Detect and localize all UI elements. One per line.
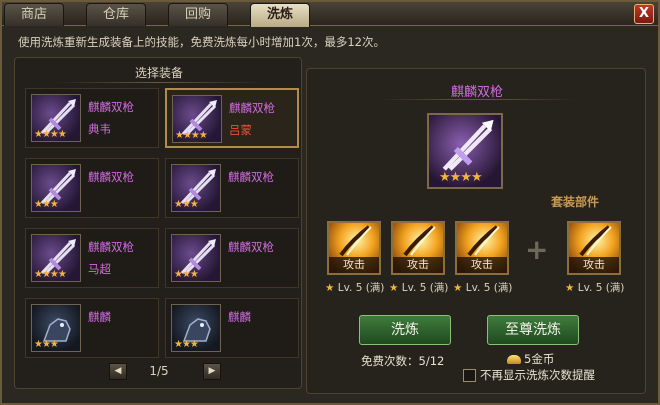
prev-page-button[interactable]: ◀ xyxy=(109,363,127,380)
skill-label: 攻击 xyxy=(329,257,379,273)
divider xyxy=(377,99,577,100)
tab-bar: 商店 仓库 回购 洗炼 X xyxy=(2,2,658,27)
skill-level-text: Lv. 5 (满) xyxy=(337,282,385,294)
twin-spear-icon: ★★★ xyxy=(171,164,221,212)
close-button[interactable]: X xyxy=(634,4,654,24)
equipment-name: 麒麟双枪 xyxy=(228,170,274,184)
star-icon: ★ xyxy=(453,282,463,294)
star-rating: ★★★★ xyxy=(175,130,208,141)
skill-level-text: Lv. 5 (满) xyxy=(465,282,513,294)
skill-level: ★ Lv. 5 (满) xyxy=(453,280,512,295)
twin-spear-icon: ★★★★ xyxy=(427,113,503,189)
skill-level: ★ Lv. 5 (满) xyxy=(325,280,384,295)
star-rating: ★★★ xyxy=(174,199,199,210)
star-rating: ★★★★ xyxy=(439,170,483,185)
skill-label: 攻击 xyxy=(393,257,443,273)
skill-slot[interactable]: 攻击 xyxy=(327,221,381,275)
equipment-item[interactable]: ★★★ 麒麟双枪 xyxy=(165,228,299,288)
gold-ingot-icon xyxy=(507,355,521,364)
equipment-item[interactable]: ★★★ 麒麟 xyxy=(25,298,159,358)
qilin-mount-icon: ★★★ xyxy=(171,304,221,352)
equipment-item[interactable]: ★★★★ 麒麟双枪 马超 xyxy=(25,228,159,288)
page-indicator: 1/5 xyxy=(149,364,169,378)
refine-window: 商店 仓库 回购 洗炼 X 使用洗炼重新生成装备上的技能，免费洗炼每小时增加1次… xyxy=(0,0,660,405)
equipment-select-title: 选择装备 xyxy=(134,66,183,80)
skill-slot[interactable]: 攻击 xyxy=(567,221,621,275)
plus-icon: + xyxy=(525,233,549,266)
equipment-owner: 典韦 xyxy=(88,122,111,136)
refine-detail-panel: 麒麟双枪 ★★★★ 套装部件 攻击 攻击 攻击 + 攻击 ★ Lv. 5 (满)… xyxy=(306,68,646,394)
tab-warehouse[interactable]: 仓库 xyxy=(86,3,146,26)
star-rating: ★★★★ xyxy=(34,129,67,140)
skill-level-text: Lv. 5 (满) xyxy=(401,282,449,294)
star-icon: ★ xyxy=(325,282,335,294)
refine-button[interactable]: 洗炼 xyxy=(359,315,451,345)
equipment-item-selected[interactable]: ★★★★ 麒麟双枪 吕蒙 xyxy=(165,88,299,148)
skill-level: ★ Lv. 5 (满) xyxy=(565,280,624,295)
twin-spear-icon: ★★★★ xyxy=(172,95,222,143)
skill-slot[interactable]: 攻击 xyxy=(391,221,445,275)
equipment-item[interactable]: ★★★ 麒麟双枪 xyxy=(25,158,159,218)
star-icon: ★ xyxy=(565,282,575,294)
star-rating: ★★★ xyxy=(34,199,59,210)
selected-equipment-title: 麒麟双枪 xyxy=(450,85,503,100)
star-rating: ★★★ xyxy=(174,269,199,280)
skill-level: ★ Lv. 5 (满) xyxy=(389,280,448,295)
free-count: 免费次数：5/12 xyxy=(361,354,445,368)
skill-level-text: Lv. 5 (满) xyxy=(577,282,625,294)
star-icon: ★ xyxy=(389,282,399,294)
equipment-select-panel: 选择装备 ★★★★ 麒麟双枪 典韦 ★★★★ 麒麟双枪 吕蒙 ★★★ 麒麟双枪 … xyxy=(14,57,302,389)
supreme-refine-button[interactable]: 至尊洗炼 xyxy=(487,315,579,345)
tab-refine[interactable]: 洗炼 xyxy=(250,3,310,27)
pagination: ◀ 1/5 ▶ xyxy=(15,362,303,382)
next-page-button[interactable]: ▶ xyxy=(203,363,221,380)
equipment-item[interactable]: ★★★ 麒麟双枪 xyxy=(165,158,299,218)
refine-hint: 使用洗炼重新生成装备上的技能，免费洗炼每小时增加1次，最多12次。 xyxy=(18,35,385,49)
gold-cost-text: 5金币 xyxy=(524,352,555,366)
equipment-name: 麒麟 xyxy=(88,310,111,324)
star-rating: ★★★ xyxy=(174,339,199,350)
skill-slot[interactable]: 攻击 xyxy=(455,221,509,275)
star-rating: ★★★ xyxy=(34,339,59,350)
gold-cost: 5金币 xyxy=(507,351,554,367)
equipment-name: 麒麟 xyxy=(228,310,251,324)
twin-spear-icon: ★★★ xyxy=(31,164,81,212)
equipment-name: 麒麟双枪 xyxy=(229,101,275,115)
set-parts-label: 套装部件 xyxy=(551,195,600,209)
equipment-name: 麒麟双枪 xyxy=(88,170,134,184)
equipment-name: 麒麟双枪 xyxy=(88,100,134,114)
equipment-item[interactable]: ★★★★ 麒麟双枪 典韦 xyxy=(25,88,159,148)
twin-spear-icon: ★★★ xyxy=(171,234,221,282)
qilin-mount-icon: ★★★ xyxy=(31,304,81,352)
skill-label: 攻击 xyxy=(457,257,507,273)
skill-label: 攻击 xyxy=(569,257,619,273)
equipment-name: 麒麟双枪 xyxy=(88,240,134,254)
tab-shop[interactable]: 商店 xyxy=(4,3,64,26)
no-remind-checkbox[interactable] xyxy=(463,369,476,382)
tab-buyback[interactable]: 回购 xyxy=(168,3,228,26)
equipment-owner: 马超 xyxy=(88,262,111,276)
no-remind-label: 不再显示洗炼次数提醒 xyxy=(480,368,595,382)
no-remind-row: 不再显示洗炼次数提醒 xyxy=(463,367,595,383)
equipment-name: 麒麟双枪 xyxy=(228,240,274,254)
star-rating: ★★★★ xyxy=(34,269,67,280)
equipment-item[interactable]: ★★★ 麒麟 xyxy=(165,298,299,358)
divider xyxy=(55,82,263,83)
twin-spear-icon: ★★★★ xyxy=(31,234,81,282)
equipment-owner: 吕蒙 xyxy=(229,123,252,137)
twin-spear-icon: ★★★★ xyxy=(31,94,81,142)
